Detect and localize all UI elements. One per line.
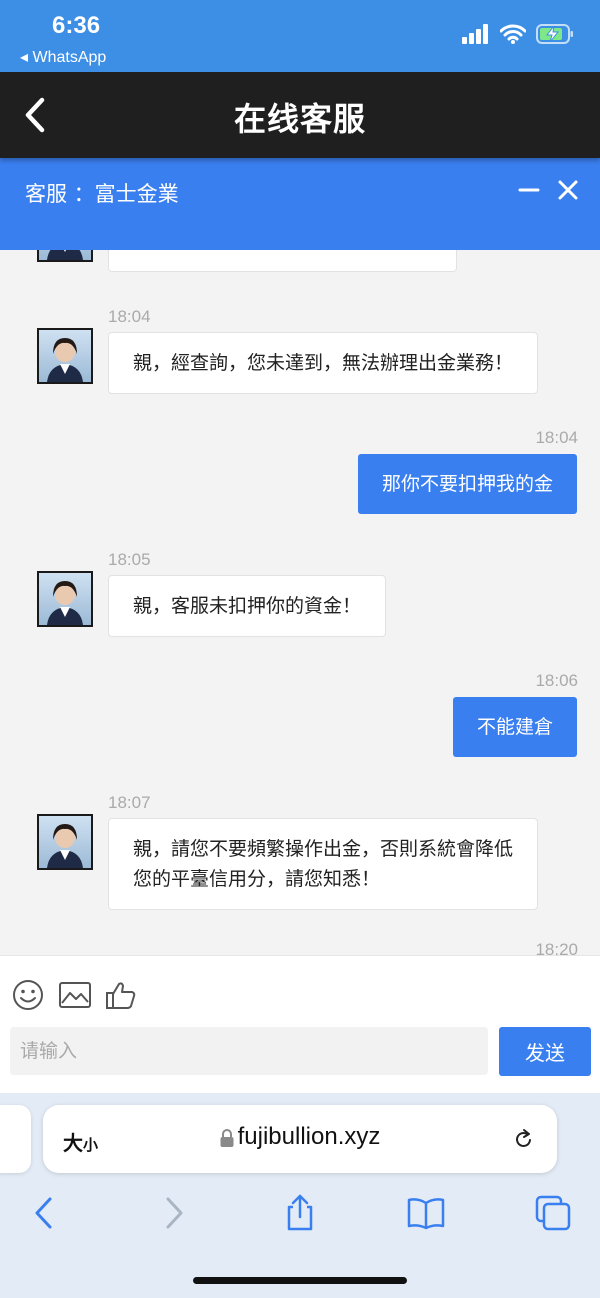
wifi-icon (500, 24, 526, 44)
previous-tab-preview[interactable] (0, 1105, 31, 1173)
message-time: 18:20 (535, 940, 578, 955)
chat-message-list[interactable]: 18:04 親，經查詢，您未達到，無法辦理出金業務！ 18:04 那你不要扣押我… (0, 250, 600, 955)
user-message-bubble: 那你不要扣押我的金 (357, 454, 577, 514)
home-indicator (193, 1277, 407, 1284)
message-input[interactable] (10, 1027, 488, 1075)
message-line: 親，請您不要頻繁操作出金，否則系統會降低 (133, 838, 514, 860)
send-button[interactable]: 发送 (499, 1027, 591, 1076)
close-icon[interactable] (557, 178, 579, 202)
battery-charging-icon (536, 24, 573, 44)
message-time: 18:07 (108, 793, 151, 812)
smile-icon[interactable] (11, 978, 45, 1012)
signal-icon (462, 24, 488, 44)
agent-message-bubble: 親，請您不要頻繁操作出金，否則系統會降低 您的平臺信用分，請您知悉！ (108, 818, 539, 910)
url-text: fujibullion.xyz (237, 1123, 381, 1150)
user-message-bubble: 不能建倉 (452, 697, 577, 757)
service-header: 客服 ：富士金業 (0, 158, 600, 250)
url-display[interactable]: fujibullion.xyz (43, 1123, 557, 1151)
thumbs-up-icon[interactable] (104, 978, 138, 1012)
chat-bubble-partial (108, 250, 457, 272)
message-time: 18:04 (108, 307, 151, 326)
agent-message-bubble: 親，客服未扣押你的資金！ (108, 575, 387, 637)
agent-avatar (37, 328, 93, 384)
message-line: 您的平臺信用分，請您知悉！ (133, 868, 381, 890)
message-composer: 发送 (0, 955, 600, 1093)
page-title: 在线客服 (233, 100, 366, 138)
minimize-icon[interactable] (518, 178, 540, 202)
back-to-app-link[interactable]: ◂ WhatsApp (20, 47, 106, 67)
agent-message-bubble: 親，經查詢，您未達到，無法辦理出金業務！ (108, 332, 539, 394)
browser-toolbar: 大小 fujibullion.xyz (0, 1093, 600, 1298)
agent-avatar (37, 814, 93, 870)
agent-avatar (37, 571, 93, 627)
message-time: 18:05 (108, 550, 151, 569)
bookmarks-icon[interactable] (406, 1193, 446, 1233)
message-time: 18:04 (535, 428, 578, 447)
browser-forward-icon[interactable] (154, 1193, 194, 1233)
agent-avatar (37, 250, 93, 262)
message-time: 18:06 (535, 671, 578, 690)
browser-back-icon[interactable] (24, 1193, 64, 1233)
lock-icon (220, 1128, 234, 1147)
status-bar: 6:36 ◂ WhatsApp (0, 0, 600, 72)
status-time: 6:36 (52, 12, 101, 39)
address-bar[interactable]: 大小 fujibullion.xyz (43, 1105, 557, 1173)
tabs-icon[interactable] (533, 1193, 573, 1233)
app-header: 在线客服 (0, 72, 600, 158)
image-icon[interactable] (58, 978, 92, 1012)
status-icons (462, 24, 574, 44)
share-icon[interactable] (280, 1193, 320, 1233)
service-title: 客服 ：富士金業 (25, 182, 179, 206)
reload-icon[interactable] (513, 1127, 535, 1151)
